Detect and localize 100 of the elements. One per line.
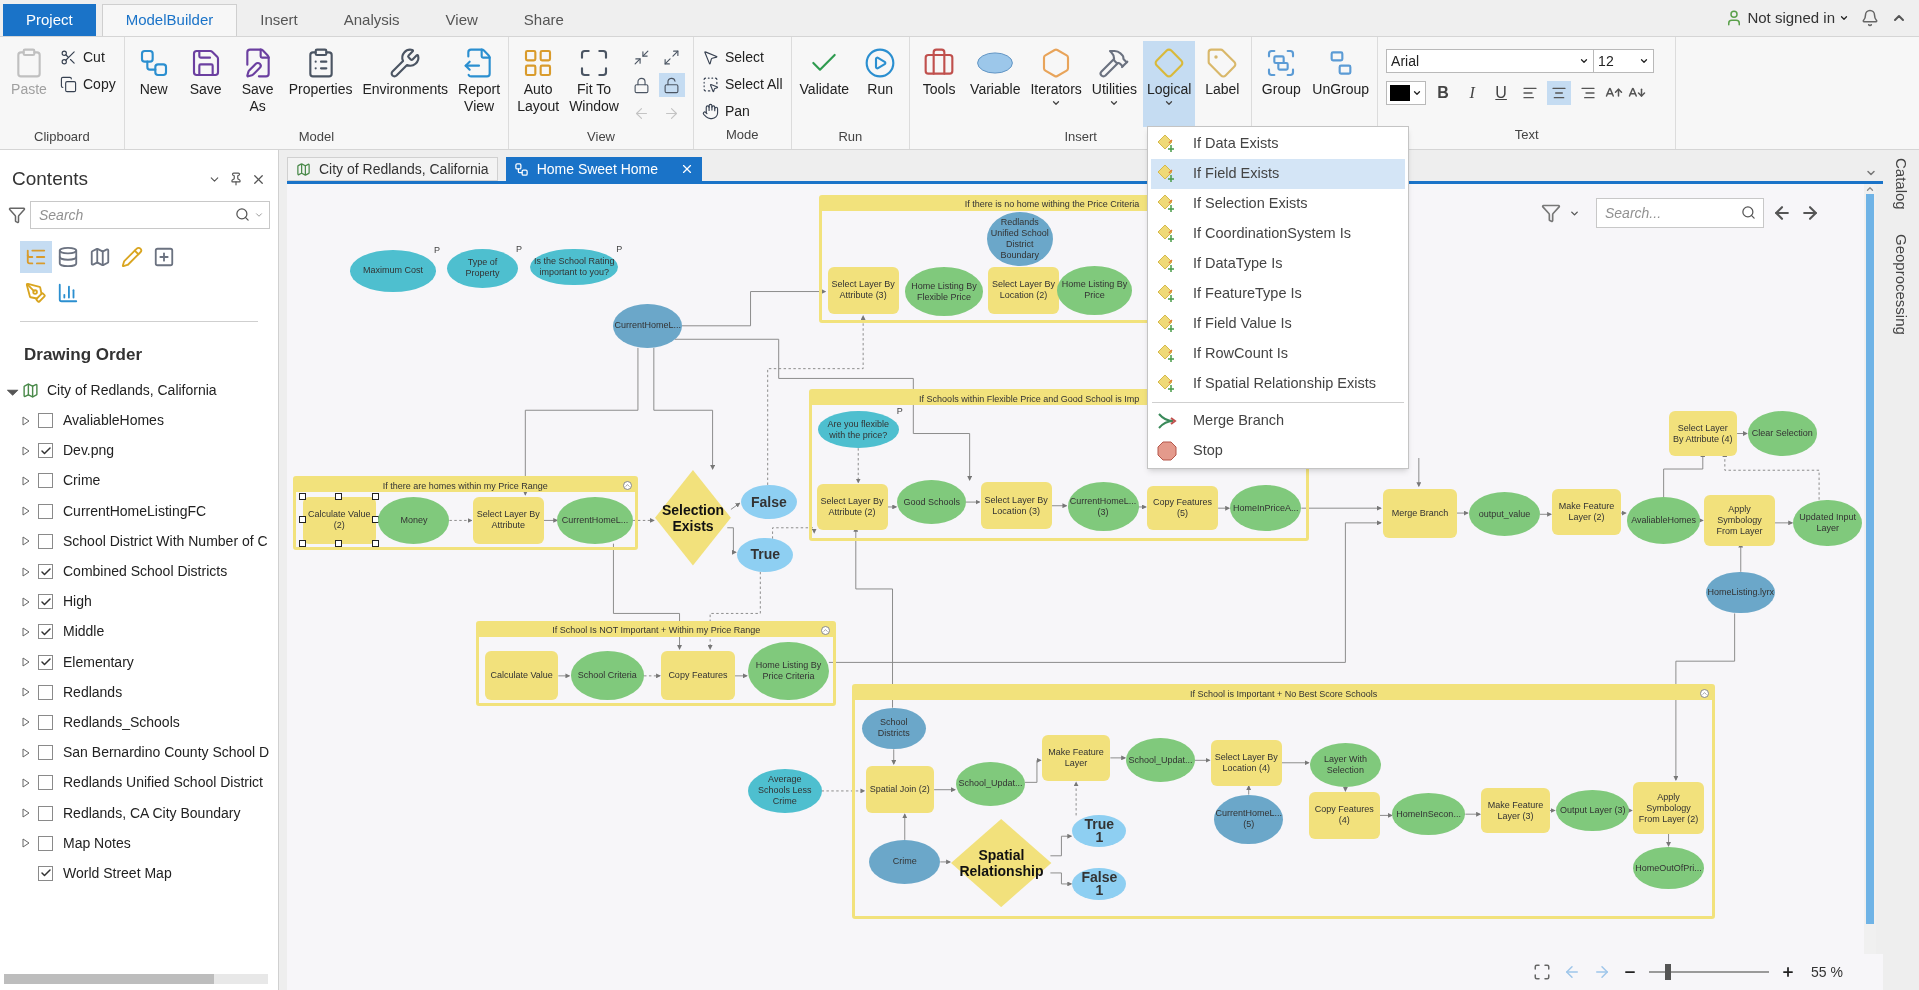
ribbon-button[interactable]: Properties (284, 41, 357, 127)
checkbox[interactable] (38, 714, 53, 730)
tool-node[interactable]: Select Layer By Location (4) (1210, 739, 1282, 786)
ribbon-button[interactable]: Validate (795, 41, 854, 127)
tool-node[interactable]: Copy Features (4) (1308, 792, 1380, 839)
ribbon-button[interactable]: Logical (1142, 41, 1196, 127)
layer-item[interactable]: San Bernardino County School D (63, 742, 270, 764)
layer-item[interactable]: Redlands_Schools (63, 711, 180, 733)
ribbon-button[interactable]: Group (1256, 41, 1307, 127)
tool-node[interactable]: Calculate Value (2) (302, 497, 376, 544)
layer-item[interactable]: AvaliableHomes (63, 410, 164, 432)
checkbox[interactable] (38, 835, 53, 851)
output-node[interactable]: Good Schools (897, 480, 966, 525)
filter-icon[interactable] (8, 206, 26, 224)
ribbon-button[interactable]: Utilities (1087, 41, 1141, 127)
side-tab[interactable]: Geoprocessing (1889, 233, 1913, 335)
font-color-picker[interactable] (1386, 81, 1427, 105)
output-node[interactable]: Layer With Selection (1309, 743, 1381, 788)
checkbox[interactable] (38, 684, 53, 700)
checkbox[interactable] (38, 654, 53, 670)
expander-icon[interactable] (22, 838, 30, 849)
document-tab[interactable]: City of Redlands, California (287, 157, 498, 181)
boolean-node[interactable]: True (737, 537, 794, 572)
boolean-node[interactable]: False (740, 484, 798, 520)
checkbox[interactable] (38, 865, 53, 881)
layer-item[interactable]: High (63, 591, 92, 613)
expander-icon[interactable] (22, 657, 30, 668)
toolbar-button[interactable] (658, 73, 685, 97)
expander-icon[interactable] (22, 777, 30, 788)
expander-icon[interactable] (22, 687, 30, 698)
full-extent-icon[interactable] (1533, 963, 1552, 981)
expander-icon[interactable] (22, 445, 30, 456)
selection-handle[interactable] (298, 493, 306, 501)
filter-icon[interactable] (1541, 203, 1561, 223)
ribbon-button[interactable]: Pan (701, 99, 783, 123)
expander-icon[interactable] (22, 626, 30, 637)
expander-icon[interactable] (22, 596, 30, 607)
checkbox[interactable] (38, 413, 53, 429)
tool-node[interactable]: Make Feature Layer (3) (1481, 788, 1550, 833)
parameter-node[interactable]: Average Schools Less Crime (748, 768, 822, 813)
tool-node[interactable]: Copy Features (5) (1147, 486, 1219, 531)
layer-item[interactable]: Dev.png (63, 440, 115, 462)
output-node[interactable]: HomeInSecon... (1391, 793, 1466, 835)
document-tab[interactable]: Home Sweet Home (505, 157, 702, 181)
output-node[interactable]: Output Layer (3) (1555, 789, 1630, 832)
ribbon-button[interactable]: Iterators (1026, 41, 1086, 127)
tool-node[interactable]: Select Layer By Attribute (3) (827, 267, 899, 314)
ribbon-button[interactable]: Tools (914, 41, 965, 127)
data-node[interactable]: Redlands Unified School District Boundary (986, 211, 1053, 266)
ribbon-button[interactable]: Copy (60, 72, 116, 96)
data-node[interactable]: School Districts (861, 707, 926, 750)
data-node[interactable]: Crime (869, 839, 941, 884)
output-node[interactable]: Money (378, 497, 450, 544)
checkbox[interactable] (38, 564, 53, 580)
ribbon-button[interactable]: Run (855, 41, 906, 127)
output-node[interactable]: School_Updat... (1126, 738, 1195, 783)
checkbox[interactable] (38, 473, 53, 489)
checkbox[interactable] (38, 443, 53, 459)
menu-item[interactable]: If RowCount Is (1151, 339, 1405, 369)
search-field[interactable]: Search... (1596, 198, 1764, 228)
layer-item[interactable]: School District With Number of C (63, 530, 268, 552)
output-node[interactable]: School Criteria (570, 651, 645, 701)
tool-node[interactable]: Select Layer By Attribute (4) (1668, 411, 1738, 456)
ribbon-button[interactable]: Fit To Window (565, 41, 623, 127)
condition-node[interactable]: Selection Exists (655, 470, 731, 566)
selection-handle[interactable] (298, 539, 306, 547)
selection-handle[interactable] (335, 493, 343, 501)
layer-item[interactable]: Elementary (63, 651, 134, 673)
tool-node[interactable]: Select Layer By Location (2) (988, 267, 1059, 314)
expander-icon[interactable] (22, 747, 30, 758)
tool-node[interactable]: Apply Symbology From Layer (1704, 494, 1775, 547)
output-node[interactable]: CurrentHomeL... (3) (1067, 482, 1139, 532)
project-tab[interactable]: Project (3, 4, 96, 36)
output-node[interactable]: Clear Selection (1748, 411, 1817, 456)
ribbon-button[interactable]: Save As (232, 41, 283, 127)
ribbon-button[interactable]: Environments (358, 41, 453, 127)
selection-handle[interactable] (298, 516, 306, 524)
zoom-slider-thumb[interactable] (1665, 964, 1672, 980)
layer-item[interactable]: Middle (63, 621, 105, 643)
checkbox[interactable] (38, 805, 53, 821)
tree-item[interactable]: City of Redlands, California (47, 380, 217, 401)
notification-icon[interactable] (1861, 9, 1879, 27)
expander-icon[interactable] (22, 536, 30, 547)
output-node[interactable]: output_value (1469, 492, 1540, 537)
layer-item[interactable]: Redlands (63, 681, 123, 703)
selection-handle[interactable] (335, 539, 343, 547)
data-node[interactable]: CurrentHomeL... (613, 303, 682, 348)
align-button[interactable] (1547, 81, 1572, 105)
ribbon-button[interactable]: Select (701, 45, 783, 69)
ribbon-tab[interactable]: ModelBuilder (101, 4, 238, 36)
ribbon-tab[interactable]: Insert (237, 4, 321, 36)
caret-icon[interactable] (1839, 13, 1849, 23)
text-style-button[interactable]: U (1489, 81, 1514, 105)
layer-item[interactable]: Map Notes (63, 832, 131, 854)
expander-icon[interactable] (22, 415, 30, 426)
output-node[interactable]: Home Listing By Price (1056, 265, 1133, 315)
checkbox[interactable] (38, 503, 53, 519)
tool-node[interactable]: Copy Features (661, 651, 735, 701)
output-node[interactable]: HomeInPriceA... (1230, 484, 1302, 532)
ribbon-button[interactable]: New (128, 41, 179, 127)
